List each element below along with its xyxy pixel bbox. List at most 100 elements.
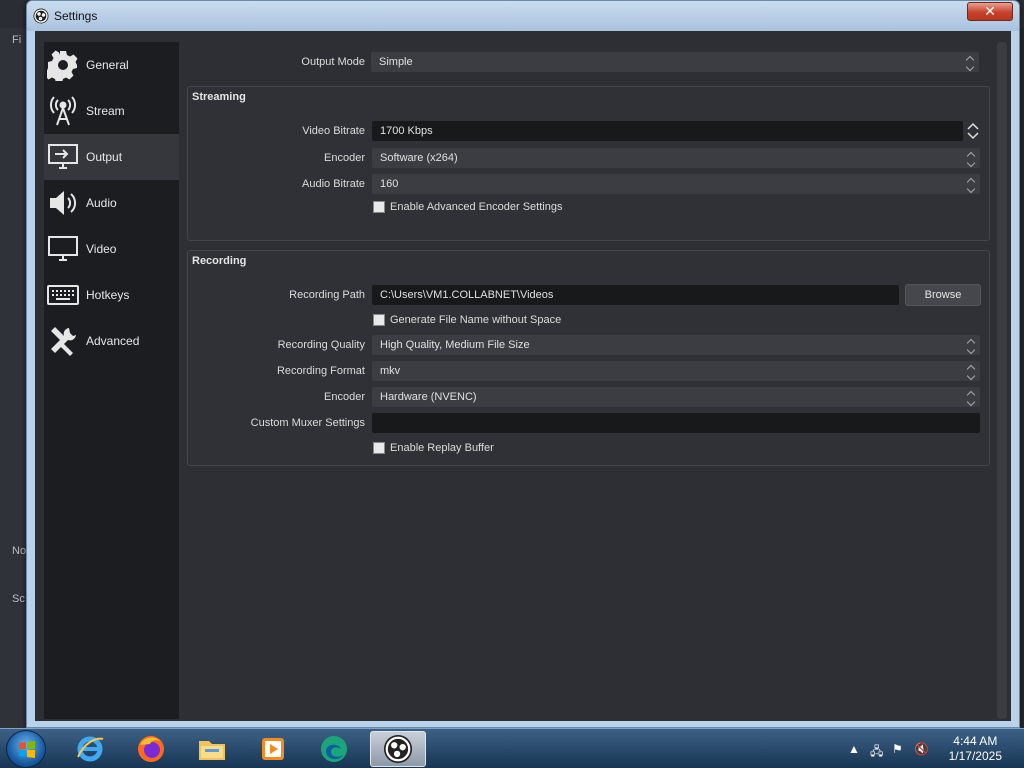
- advanced-encoder-label: Enable Advanced Encoder Settings: [390, 201, 563, 213]
- settings-sidebar: General Stream Output Audio Video Hotkey…: [44, 42, 179, 719]
- internet-explorer-icon: [77, 736, 104, 762]
- replay-buffer-label: Enable Replay Buffer: [390, 442, 494, 454]
- taskbar-edge[interactable]: [306, 731, 362, 767]
- taskbar: ▲ 🖧 ⚑ 🔇 4:44 AM 1/17/2025: [0, 728, 1024, 768]
- sidebar-item-advanced[interactable]: Advanced: [44, 318, 179, 364]
- close-button[interactable]: ✕: [967, 2, 1013, 21]
- firefox-icon: [138, 736, 164, 762]
- output-mode-value: Simple: [379, 56, 413, 68]
- title-bar[interactable]: Settings ✕: [27, 1, 1019, 31]
- window-title: Settings: [54, 9, 98, 23]
- sidebar-item-label: Output: [86, 150, 123, 164]
- updown-arrows-icon: [962, 387, 980, 407]
- video-bitrate-value: 1700 Kbps: [380, 125, 433, 137]
- taskbar-firefox[interactable]: [123, 731, 179, 767]
- broadcast-icon: [46, 94, 80, 128]
- obs-icon: [383, 734, 413, 764]
- sidebar-item-general[interactable]: General: [44, 42, 179, 88]
- recording-group: Recording Recording Path C:\Users\VM1.CO…: [187, 250, 990, 466]
- sidebar-item-label: Stream: [86, 104, 125, 118]
- clock-time: 4:44 AM: [953, 734, 998, 748]
- output-settings-panel: Output Mode Simple Streaming Video Bitra…: [185, 42, 1007, 719]
- settings-scrollbar[interactable]: [997, 42, 1007, 719]
- output-mode-select[interactable]: Simple: [371, 52, 979, 72]
- stream-encoder-select[interactable]: Software (x264): [372, 148, 980, 168]
- network-icon[interactable]: 🖧: [870, 742, 883, 763]
- recording-encoder-value: Hardware (NVENC): [380, 391, 477, 403]
- updown-arrows-icon: [962, 174, 980, 194]
- stream-encoder-value: Software (x264): [380, 152, 458, 164]
- sidebar-item-label: General: [86, 58, 129, 72]
- taskbar-file-explorer[interactable]: [184, 731, 240, 767]
- no-space-checkbox-row[interactable]: Generate File Name without Space: [373, 314, 561, 326]
- speaker-icon: [46, 186, 80, 220]
- tools-icon: [46, 324, 80, 358]
- sidebar-item-label: Advanced: [86, 334, 140, 348]
- bg-label-file: Fi: [12, 34, 22, 46]
- recording-format-value: mkv: [380, 365, 401, 377]
- stepper-arrows-icon: [967, 122, 979, 140]
- video-bitrate-spinbox[interactable]: 1700 Kbps: [372, 121, 963, 141]
- taskbar-obs[interactable]: [370, 731, 426, 767]
- show-hidden-icons-icon[interactable]: ▲: [848, 742, 860, 756]
- custom-muxer-label: Custom Muxer Settings: [250, 417, 365, 429]
- streaming-group: Streaming Video Bitrate 1700 Kbps Encode…: [187, 86, 990, 241]
- audio-bitrate-value: 160: [380, 178, 399, 190]
- settings-window: Settings ✕ General Stream Output Audio V…: [26, 0, 1020, 728]
- sidebar-item-label: Hotkeys: [86, 288, 130, 302]
- bg-label-sc: Sc: [12, 593, 25, 605]
- replay-buffer-checkbox[interactable]: [373, 442, 385, 454]
- volume-muted-icon[interactable]: 🔇: [914, 742, 929, 756]
- custom-muxer-input[interactable]: [372, 413, 980, 433]
- video-bitrate-stepper[interactable]: [965, 121, 981, 141]
- output-mode-label: Output Mode: [301, 56, 365, 68]
- media-player-icon: [262, 738, 284, 760]
- advanced-encoder-checkbox-row[interactable]: Enable Advanced Encoder Settings: [373, 201, 562, 213]
- recording-encoder-select[interactable]: Hardware (NVENC): [372, 387, 980, 407]
- monitor-icon: [46, 232, 80, 266]
- sidebar-item-stream[interactable]: Stream: [44, 88, 179, 134]
- streaming-group-title: Streaming: [192, 91, 246, 103]
- video-bitrate-label: Video Bitrate: [302, 125, 365, 137]
- sidebar-item-label: Video: [86, 242, 117, 256]
- background-app-left-edge: Fi No Sc: [0, 28, 26, 728]
- output-monitor-icon: [46, 140, 80, 174]
- recording-encoder-label: Encoder: [324, 391, 365, 403]
- taskbar-media-player[interactable]: [245, 731, 301, 767]
- sidebar-item-video[interactable]: Video: [44, 226, 179, 272]
- recording-format-select[interactable]: mkv: [372, 361, 980, 381]
- updown-arrows-icon: [962, 361, 980, 381]
- taskbar-internet-explorer[interactable]: [62, 731, 118, 767]
- recording-path-input[interactable]: C:\Users\VM1.COLLABNET\Videos: [372, 285, 899, 305]
- clock[interactable]: 4:44 AM 1/17/2025: [949, 734, 1002, 764]
- edge-icon: [321, 736, 347, 762]
- sidebar-item-hotkeys[interactable]: Hotkeys: [44, 272, 179, 318]
- audio-bitrate-select[interactable]: 160: [372, 174, 980, 194]
- updown-arrows-icon: [962, 335, 980, 355]
- recording-quality-label: Recording Quality: [277, 339, 365, 351]
- sidebar-item-output[interactable]: Output: [44, 134, 179, 180]
- recording-path-value: C:\Users\VM1.COLLABNET\Videos: [380, 289, 554, 301]
- settings-client-area: General Stream Output Audio Video Hotkey…: [35, 31, 1011, 721]
- bg-label-no: No: [12, 545, 27, 557]
- no-space-label: Generate File Name without Space: [390, 314, 562, 326]
- clock-date: 1/17/2025: [948, 749, 1002, 763]
- windows-logo-icon: [19, 741, 35, 758]
- action-center-flag-icon[interactable]: ⚑: [892, 742, 903, 756]
- advanced-encoder-checkbox[interactable]: [373, 201, 385, 213]
- recording-quality-select[interactable]: High Quality, Medium File Size: [372, 335, 980, 355]
- sidebar-item-label: Audio: [86, 196, 117, 210]
- obs-app-icon: [33, 8, 49, 24]
- replay-buffer-checkbox-row[interactable]: Enable Replay Buffer: [373, 442, 494, 454]
- start-button[interactable]: [6, 730, 46, 768]
- encoder-label: Encoder: [324, 152, 365, 164]
- gear-icon: [46, 48, 80, 82]
- no-space-checkbox[interactable]: [373, 314, 385, 326]
- updown-arrows-icon: [961, 52, 979, 72]
- keyboard-icon: [46, 278, 80, 312]
- updown-arrows-icon: [962, 148, 980, 168]
- sidebar-item-audio[interactable]: Audio: [44, 180, 179, 226]
- file-explorer-icon: [199, 741, 225, 760]
- recording-path-label: Recording Path: [289, 289, 365, 301]
- browse-button[interactable]: Browse: [905, 284, 981, 306]
